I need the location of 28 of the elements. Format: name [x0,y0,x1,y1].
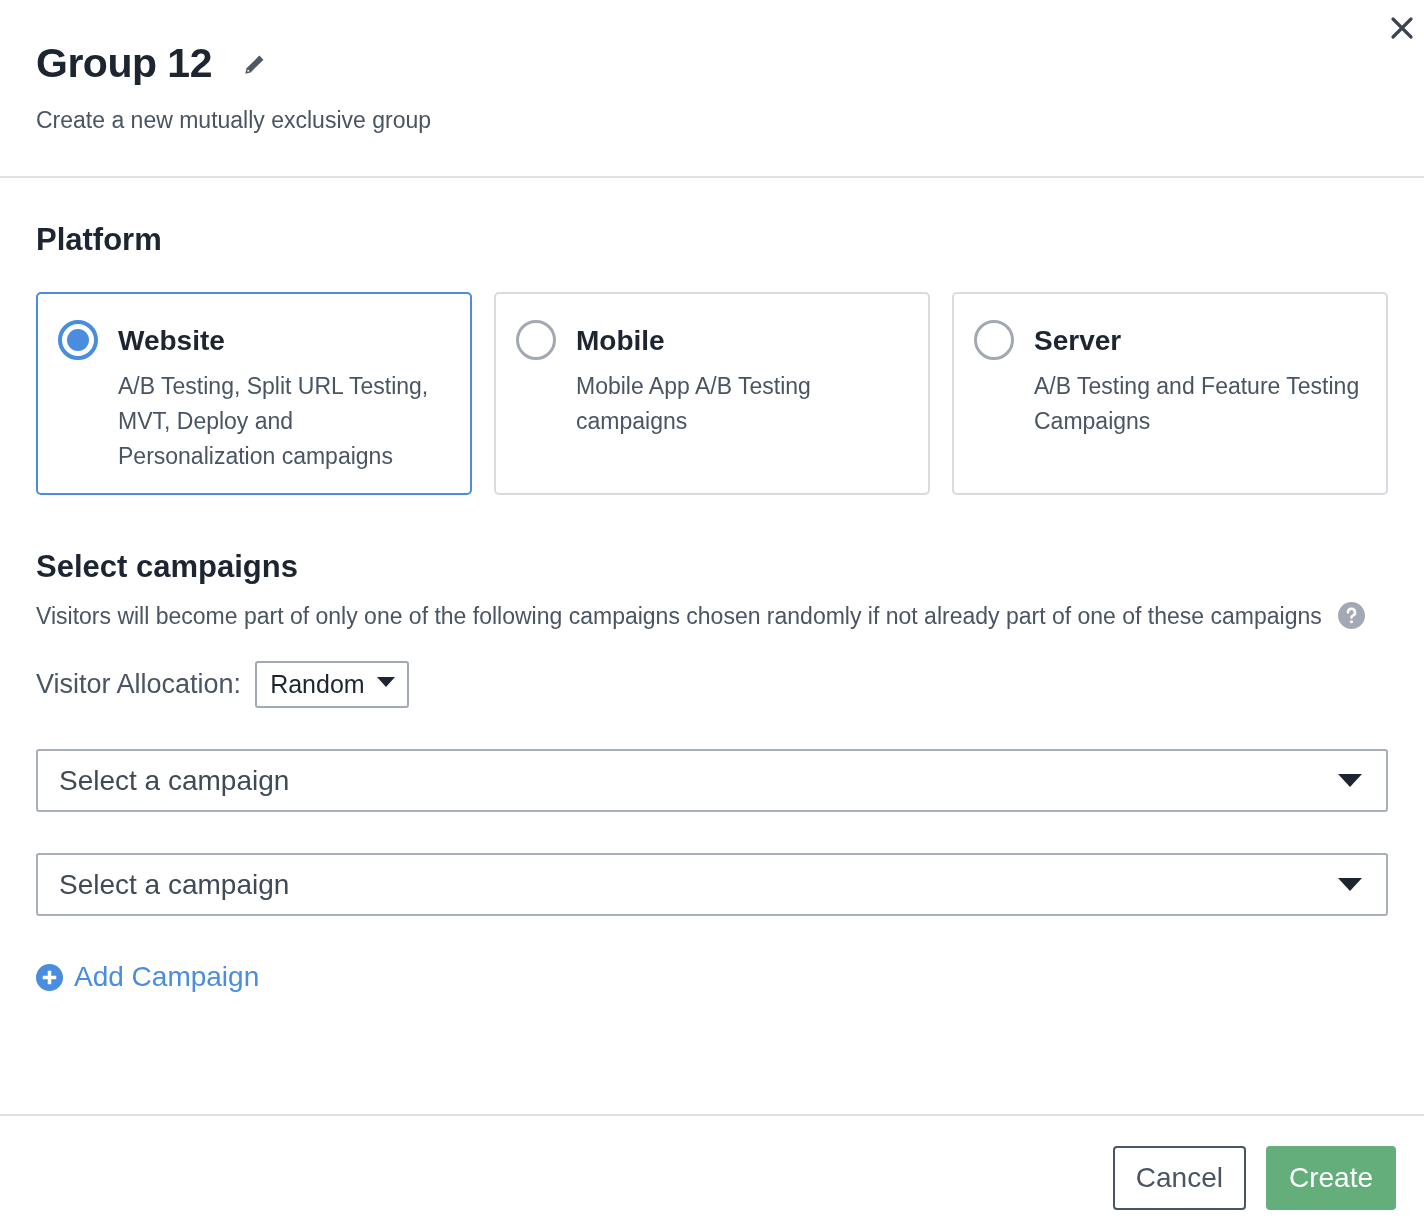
campaign-select[interactable]: Select a campaign [36,749,1388,812]
platform-option-card[interactable]: Mobile Mobile App A/B Testing campaigns [494,292,930,495]
radio-button[interactable] [58,320,98,360]
cancel-button[interactable]: Cancel [1112,1146,1246,1210]
campaign-select[interactable]: Select a campaign [36,853,1388,916]
radio-button[interactable] [974,320,1014,360]
section-heading: Select campaigns [36,549,299,585]
option-description: A/B Testing and Feature Testing Campaigns [1034,372,1361,436]
platform-option-card[interactable]: Server A/B Testing and Feature Testing Campaigns [952,292,1388,495]
help-icon[interactable] [1337,602,1365,630]
option-title: Website [118,325,226,357]
caret-icon [1338,774,1362,787]
option-description: A/B Testing, Split URL Testing, MVT, Deploy and Personalization campaigns [118,372,430,471]
radio-button[interactable] [516,320,556,360]
close-icon [1390,16,1414,40]
option-title: Server [1034,325,1123,357]
caret-icon [1338,878,1362,891]
section-heading: Platform [36,222,163,258]
platform-option-card[interactable]: Website A/B Testing, Split URL Testing, MVT, Deploy and Personalization campaigns [36,292,472,495]
group-subtitle: Create a new mutually exclusive group [36,107,433,134]
group-title: Group 12 [36,40,212,87]
option-description: Mobile App A/B Testing campaigns [576,372,812,436]
campaigns-description: Visitors will become part of only one of the following campaigns chosen randomly if not already part of one of these campaigns [36,603,1322,629]
caret-icon [376,676,395,687]
allocation-label: Visitor Allocation: [36,669,242,700]
option-title: Mobile [576,325,666,357]
allocation-dropdown[interactable]: Random [255,661,409,708]
plus-circle-icon [36,963,63,991]
